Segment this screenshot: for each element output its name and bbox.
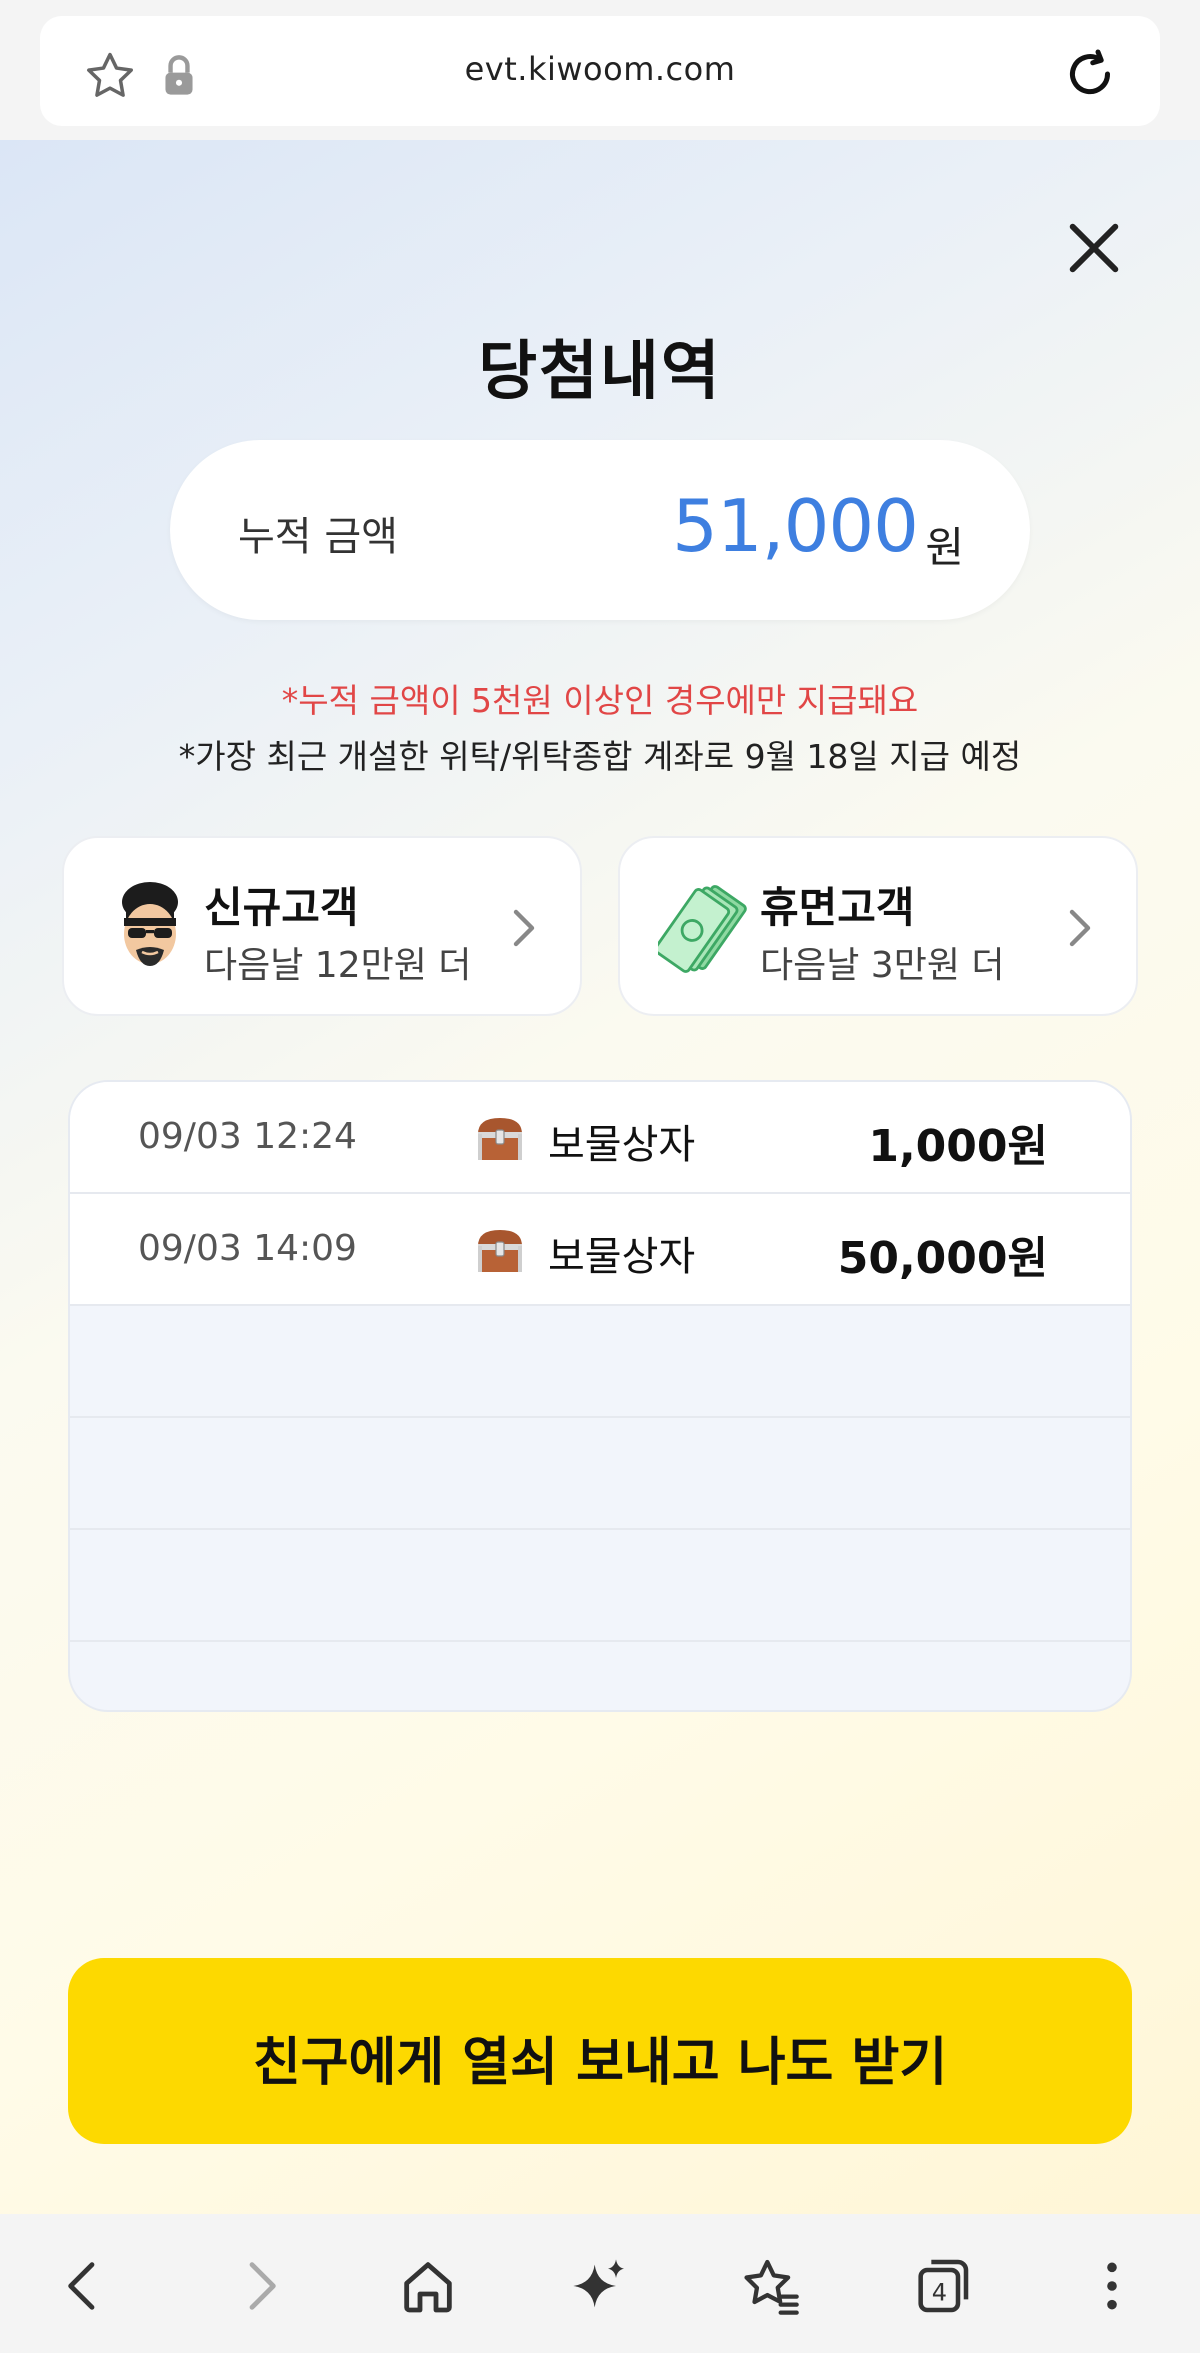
tabs-icon[interactable]: 4	[910, 2254, 974, 2318]
table-row-empty	[70, 1418, 1130, 1530]
back-icon[interactable]	[52, 2254, 116, 2318]
cta-label: 친구에게 열쇠 보내고 나도 받기	[252, 2033, 948, 2093]
table-row: 09/03 12:24 보물상자 1,000원	[70, 1082, 1130, 1194]
total-amount: 51,000	[672, 484, 919, 568]
card-title: 신규고객	[204, 883, 359, 932]
history-table: 09/03 12:24 보물상자 1,000원 09/03 14:09 보물상자…	[68, 1080, 1132, 1712]
history-time: 09/03 12:24	[138, 1116, 357, 1157]
chevron-right-icon	[1069, 909, 1091, 947]
card-title: 휴면고객	[760, 883, 915, 932]
history-time: 09/03 14:09	[138, 1228, 357, 1269]
new-customer-card[interactable]: 신규고객 다음날 12만원 더	[62, 836, 582, 1016]
address-bar[interactable]: evt.kiwoom.com	[40, 16, 1160, 126]
total-amount-card: 누적 금액 51,000 원	[170, 440, 1030, 620]
treasure-chest-icon	[478, 1230, 522, 1272]
sparkle-icon[interactable]	[568, 2254, 632, 2318]
payout-warning: *누적 금액이 5천원 이상인 경우에만 지급돼요	[281, 681, 919, 720]
browser-topbar: evt.kiwoom.com	[0, 0, 1200, 138]
avatar-icon	[122, 882, 178, 966]
forward-icon[interactable]	[228, 2254, 292, 2318]
money-icon	[658, 885, 747, 973]
close-icon[interactable]	[1062, 216, 1126, 280]
send-key-button[interactable]: 친구에게 열쇠 보내고 나도 받기	[68, 1958, 1132, 2144]
bookmarks-icon[interactable]	[738, 2254, 802, 2318]
treasure-chest-icon	[478, 1118, 522, 1160]
card-subtitle: 다음날 3만원 더	[760, 945, 1005, 986]
table-row: 09/03 14:09 보물상자 50,000원	[70, 1194, 1130, 1306]
total-label: 누적 금액	[238, 514, 398, 560]
table-row-empty	[70, 1530, 1130, 1642]
card-subtitle: 다음날 12만원 더	[204, 945, 472, 986]
tab-count: 4	[932, 2279, 947, 2307]
history-prize: 보물상자	[548, 1234, 696, 1280]
page-title: 당첨내역	[478, 335, 722, 409]
browser-bottom-nav: 4	[0, 2214, 1200, 2353]
more-menu-icon[interactable]	[1080, 2254, 1144, 2318]
chevron-right-icon	[513, 909, 535, 947]
dormant-customer-card[interactable]: 휴면고객 다음날 3만원 더	[618, 836, 1138, 1016]
history-amount: 50,000원	[837, 1233, 1048, 1284]
winnings-modal: 당첨내역 누적 금액 51,000 원 *누적 금액이 5천원 이상인 경우에만…	[0, 140, 1200, 2214]
total-unit: 원	[925, 523, 964, 572]
table-row-empty	[70, 1306, 1130, 1418]
reload-icon[interactable]	[1060, 44, 1120, 104]
home-icon[interactable]	[396, 2254, 460, 2318]
payout-info: *가장 최근 개설한 위탁/위탁종합 계좌로 9월 18일 지급 예정	[178, 737, 1022, 776]
url-text[interactable]: evt.kiwoom.com	[40, 50, 1160, 88]
history-prize: 보물상자	[548, 1122, 696, 1168]
history-amount: 1,000원	[868, 1121, 1048, 1172]
